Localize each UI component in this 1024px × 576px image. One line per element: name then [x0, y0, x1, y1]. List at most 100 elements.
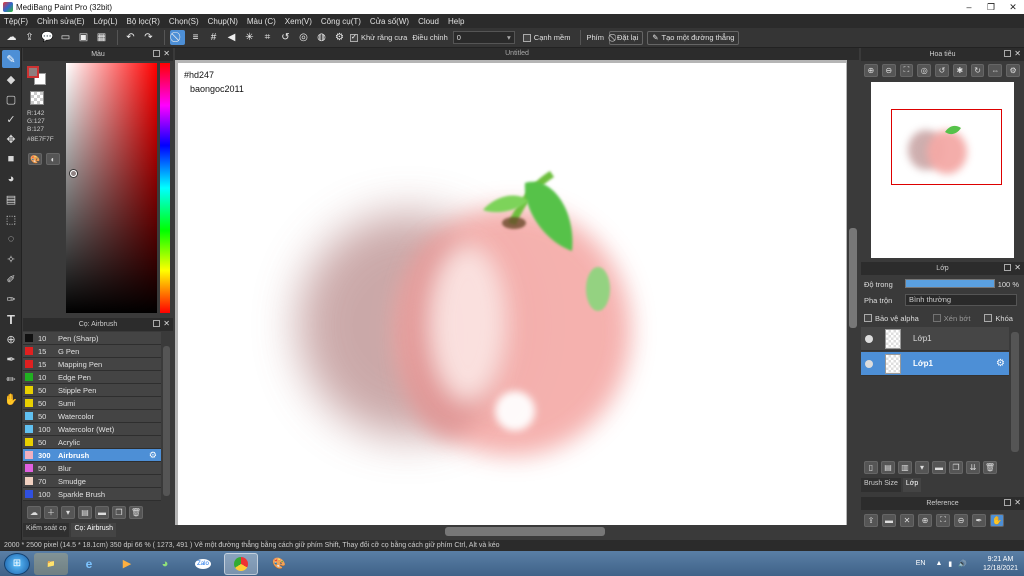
grid-layout-icon[interactable]: ▦: [94, 30, 109, 45]
brush-item[interactable]: 50 Acrylic: [23, 436, 161, 449]
open-reference-icon[interactable]: ⇪: [864, 513, 878, 527]
menu-select[interactable]: Chọn(S): [169, 17, 199, 26]
brush-settings-icon[interactable]: ▤: [78, 505, 92, 519]
media-player-icon[interactable]: ▶: [110, 553, 144, 575]
explorer-icon[interactable]: 📁: [34, 552, 68, 575]
internet-explorer-icon[interactable]: e: [72, 553, 106, 575]
paint-icon[interactable]: 🎨: [262, 553, 296, 575]
antialias-check-icon[interactable]: [350, 33, 358, 42]
transparent-color-swatch[interactable]: [30, 91, 44, 105]
add-brush-menu-icon[interactable]: ▾: [61, 505, 75, 519]
reference-folder-icon[interactable]: ▬: [882, 513, 896, 527]
color-history-icon[interactable]: ◐: [46, 153, 60, 165]
close-reference-icon[interactable]: ✕: [900, 513, 914, 527]
tab-brush-airbrush[interactable]: Cọ: Airbrush: [71, 523, 116, 537]
layer-settings-icon[interactable]: ⚙: [996, 358, 1005, 369]
duplicate-layer-icon[interactable]: ❐: [949, 460, 963, 474]
brush-item[interactable]: 100 Sparkle Brush: [23, 488, 161, 501]
brush-item[interactable]: 100 Watercolor (Wet): [23, 423, 161, 436]
panel-divide-tool-icon[interactable]: ⊕: [2, 330, 20, 348]
undo-icon[interactable]: ↶: [123, 30, 138, 45]
brush-item[interactable]: 300 Airbrush ⚙: [23, 449, 161, 462]
new-8bit-layer-icon[interactable]: ▥: [898, 460, 912, 474]
brush-settings-icon[interactable]: ⚙: [149, 450, 157, 461]
upload-icon[interactable]: ⇪: [22, 30, 37, 45]
menu-filter[interactable]: Bộ lọc(R): [127, 17, 160, 26]
canvas[interactable]: #hd247 baongoc2011: [178, 63, 846, 525]
clock[interactable]: 9:21 AM 12/18/2021: [983, 555, 1018, 573]
menu-cloud[interactable]: Cloud: [418, 17, 439, 26]
navigator-viewport-frame[interactable]: [891, 109, 1002, 185]
edge-checkbox[interactable]: Cạnh mềm: [522, 33, 570, 42]
cloud-brush-icon[interactable]: ☁: [27, 505, 41, 519]
close-button[interactable]: ✕: [1002, 0, 1024, 14]
gradient-tool-icon[interactable]: ▤: [2, 190, 20, 208]
menu-view[interactable]: Xem(V): [285, 17, 312, 26]
tab-layer[interactable]: Lớp: [902, 478, 922, 492]
duplicate-icon[interactable]: ❐: [112, 505, 126, 519]
brush-item[interactable]: 50 Sumi: [23, 397, 161, 410]
pen-tool-icon[interactable]: ✏: [2, 370, 20, 388]
folder-icon[interactable]: ▬: [95, 505, 109, 519]
lasso-tool-icon[interactable]: ◌: [2, 230, 20, 248]
eyedropper-tool-icon[interactable]: ✒: [2, 350, 20, 368]
visibility-icon[interactable]: [865, 359, 873, 368]
actual-size-icon[interactable]: ◎: [917, 63, 932, 77]
hue-slider[interactable]: [160, 63, 170, 313]
layer-item-selected[interactable]: Lớp1 ⚙: [861, 352, 1009, 376]
maximize-button[interactable]: ❐: [980, 0, 1002, 14]
antialias-checkbox[interactable]: Khử răng cưa: [350, 33, 407, 42]
float-icon[interactable]: [1004, 264, 1011, 271]
redo-icon[interactable]: ↷: [141, 30, 156, 45]
bucket-tool-icon[interactable]: ◕: [2, 170, 20, 188]
curve-snap-icon[interactable]: ↺: [278, 30, 293, 45]
reference-fit-icon[interactable]: ⛶: [936, 513, 950, 527]
no-snap-icon[interactable]: ⃠: [170, 30, 185, 45]
foreground-color-swatch[interactable]: [27, 66, 39, 78]
navigator-preview[interactable]: [871, 82, 1014, 258]
layer-list-scrollbar[interactable]: [1011, 332, 1019, 452]
tab-brush-size[interactable]: Brush Size: [861, 478, 901, 492]
browser-icon[interactable]: ◕: [148, 553, 182, 575]
select-pen-tool-icon[interactable]: ✐: [2, 270, 20, 288]
menu-tools[interactable]: Công cụ(T): [321, 17, 361, 26]
move-tool-icon[interactable]: ✥: [2, 130, 20, 148]
fill-shape-tool-icon[interactable]: ■: [2, 150, 20, 168]
clipping-checkbox[interactable]: [932, 314, 941, 322]
blend-mode-dropdown[interactable]: Bình thường: [905, 294, 1017, 306]
network-icon[interactable]: ▮: [948, 560, 952, 568]
brush-item[interactable]: 50 Blur: [23, 462, 161, 475]
delete-layer-icon[interactable]: 🗑: [983, 460, 997, 474]
menu-snap[interactable]: Chụp(N): [208, 17, 238, 26]
close-icon[interactable]: ✕: [163, 49, 170, 58]
brush-item[interactable]: 70 Smudge: [23, 475, 161, 488]
language-indicator[interactable]: EN: [916, 560, 926, 567]
close-icon[interactable]: ✕: [163, 319, 170, 328]
document-tab[interactable]: Untitled: [175, 48, 859, 60]
brush-tool-icon[interactable]: ✎: [2, 50, 20, 68]
new-halftone-layer-icon[interactable]: ▤: [881, 460, 895, 474]
reset-button[interactable]: ⃠Đặt lại: [608, 30, 644, 45]
grid-snap-icon[interactable]: #: [206, 30, 221, 45]
minimize-button[interactable]: –: [958, 0, 980, 14]
menu-window[interactable]: Cửa số(W): [370, 17, 409, 26]
fit-icon[interactable]: ⛶: [899, 63, 914, 77]
layer-item[interactable]: Lớp1: [861, 327, 1009, 351]
tray-arrow-icon[interactable]: ▲: [935, 560, 942, 567]
comment-icon[interactable]: 💬: [40, 30, 55, 45]
palette-icon[interactable]: 🎨: [28, 153, 42, 165]
navigator-settings-icon[interactable]: ⚙: [1006, 63, 1021, 77]
rotate-left-icon[interactable]: ↺: [935, 63, 949, 77]
reference-zoom-in-icon[interactable]: ⊕: [918, 513, 932, 527]
lock-checkbox[interactable]: [984, 314, 993, 322]
rotate-right-icon[interactable]: ↻: [970, 63, 985, 77]
chrome-icon[interactable]: [224, 552, 258, 575]
brush-item[interactable]: 50 Stipple Pen: [23, 384, 161, 397]
brush-item[interactable]: 15 G Pen: [23, 345, 161, 358]
circle-snap-icon[interactable]: ◎: [296, 30, 311, 45]
zoom-in-icon[interactable]: ⊕: [864, 63, 878, 77]
close-icon[interactable]: ✕: [1014, 263, 1021, 272]
ellipse-snap-icon[interactable]: ◍: [314, 30, 329, 45]
scroll-thumb[interactable]: [849, 228, 857, 328]
text-tool-icon[interactable]: T: [2, 310, 20, 328]
